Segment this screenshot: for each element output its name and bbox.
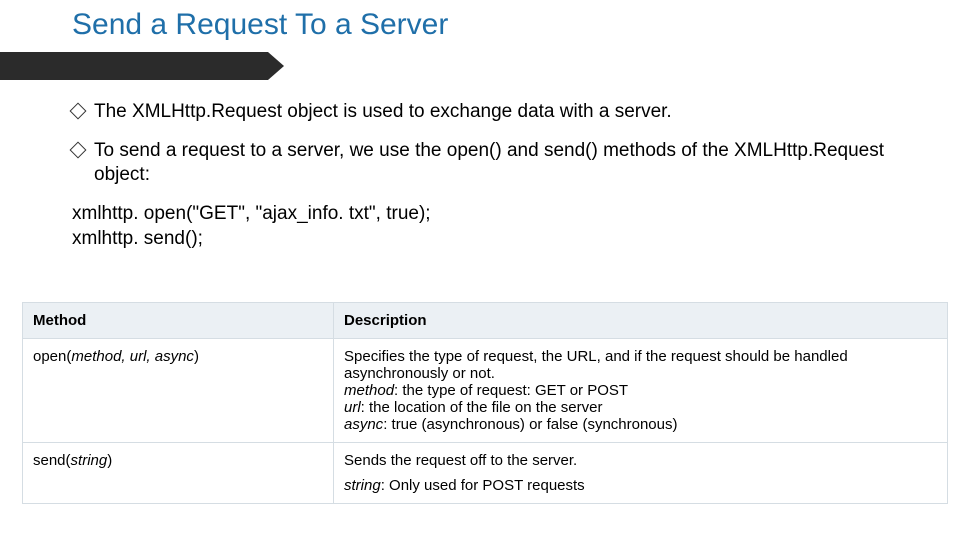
desc-rest: : true (asynchronous) or false (synchron… [383,416,677,433]
desc-term: async [344,416,383,433]
desc-line: Sends the request off to the server. [344,452,937,469]
page-title: Send a Request To a Server [72,8,448,42]
cell-description: Sends the request off to the server. str… [334,443,948,504]
method-args: string [71,452,108,469]
method-close: ) [194,348,199,365]
desc-term: method [344,382,394,399]
methods-table: Method Description open(method, url, asy… [22,302,948,504]
bullet-text: To send a request to a server, we use th… [94,140,884,186]
code-line: xmlhttp. open("GET", "ajax_info. txt", t… [72,202,920,227]
decor-arrow-head-icon [268,52,284,80]
desc-term: string [344,477,381,494]
desc-term: url [344,399,361,416]
method-close: ) [107,452,112,469]
bullet-item: To send a request to a server, we use th… [72,139,920,188]
desc-line: async: true (asynchronous) or false (syn… [344,416,937,433]
cell-method: open(method, url, async) [23,339,334,443]
bullet-text: The XMLHttp.Request object is used to ex… [94,101,672,122]
column-header-description: Description [334,303,948,339]
desc-line: string: Only used for POST requests [344,477,937,494]
desc-line: method: the type of request: GET or POST [344,382,937,399]
desc-rest: : the type of request: GET or POST [394,382,628,399]
decor-arrow-bar [0,52,268,80]
table-header-row: Method Description [23,303,948,339]
desc-line: Specifies the type of request, the URL, … [344,348,937,382]
table-row: open(method, url, async) Specifies the t… [23,339,948,443]
cell-description: Specifies the type of request, the URL, … [334,339,948,443]
code-line: xmlhttp. send(); [72,227,920,252]
method-name: open( [33,348,71,365]
code-block: xmlhttp. open("GET", "ajax_info. txt", t… [72,202,920,251]
table-row: send(string) Sends the request off to th… [23,443,948,504]
desc-rest: : Only used for POST requests [381,477,585,494]
column-header-method: Method [23,303,334,339]
desc-rest: : the location of the file on the server [361,399,603,416]
cell-method: send(string) [23,443,334,504]
body-content: The XMLHttp.Request object is used to ex… [72,100,920,257]
method-args: method, url, async [71,348,194,365]
method-name: send( [33,452,71,469]
desc-line: url: the location of the file on the ser… [344,399,937,416]
bullet-item: The XMLHttp.Request object is used to ex… [72,100,920,125]
blank-line [344,469,937,477]
